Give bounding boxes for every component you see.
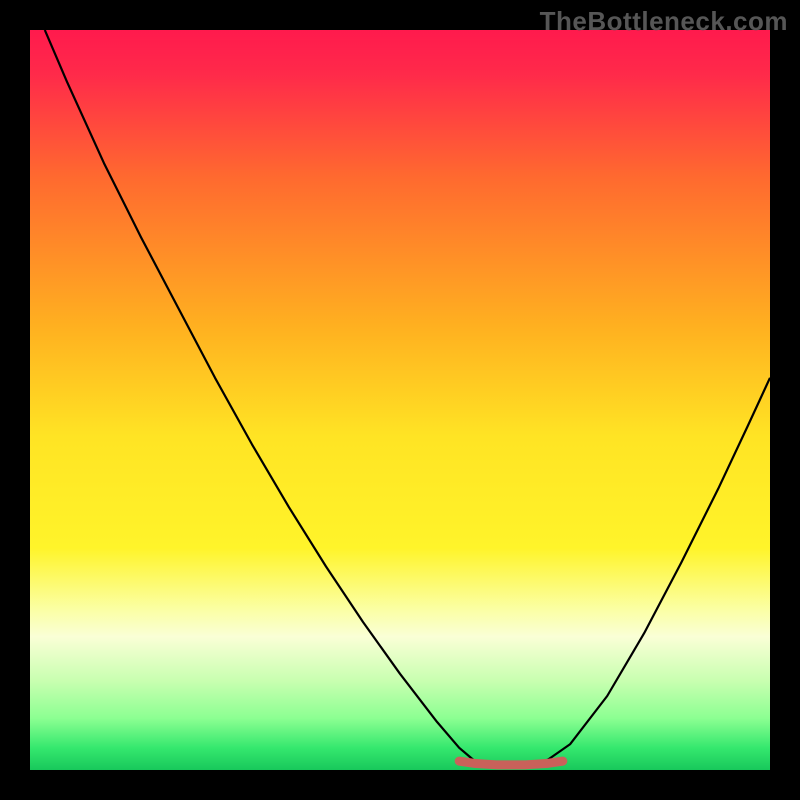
plot-area (30, 30, 770, 770)
series-optimal-range-marker (459, 761, 563, 765)
chart-svg (30, 30, 770, 770)
gradient-background (30, 30, 770, 770)
watermark-text: TheBottleneck.com (540, 6, 788, 37)
chart-frame: TheBottleneck.com (0, 0, 800, 800)
